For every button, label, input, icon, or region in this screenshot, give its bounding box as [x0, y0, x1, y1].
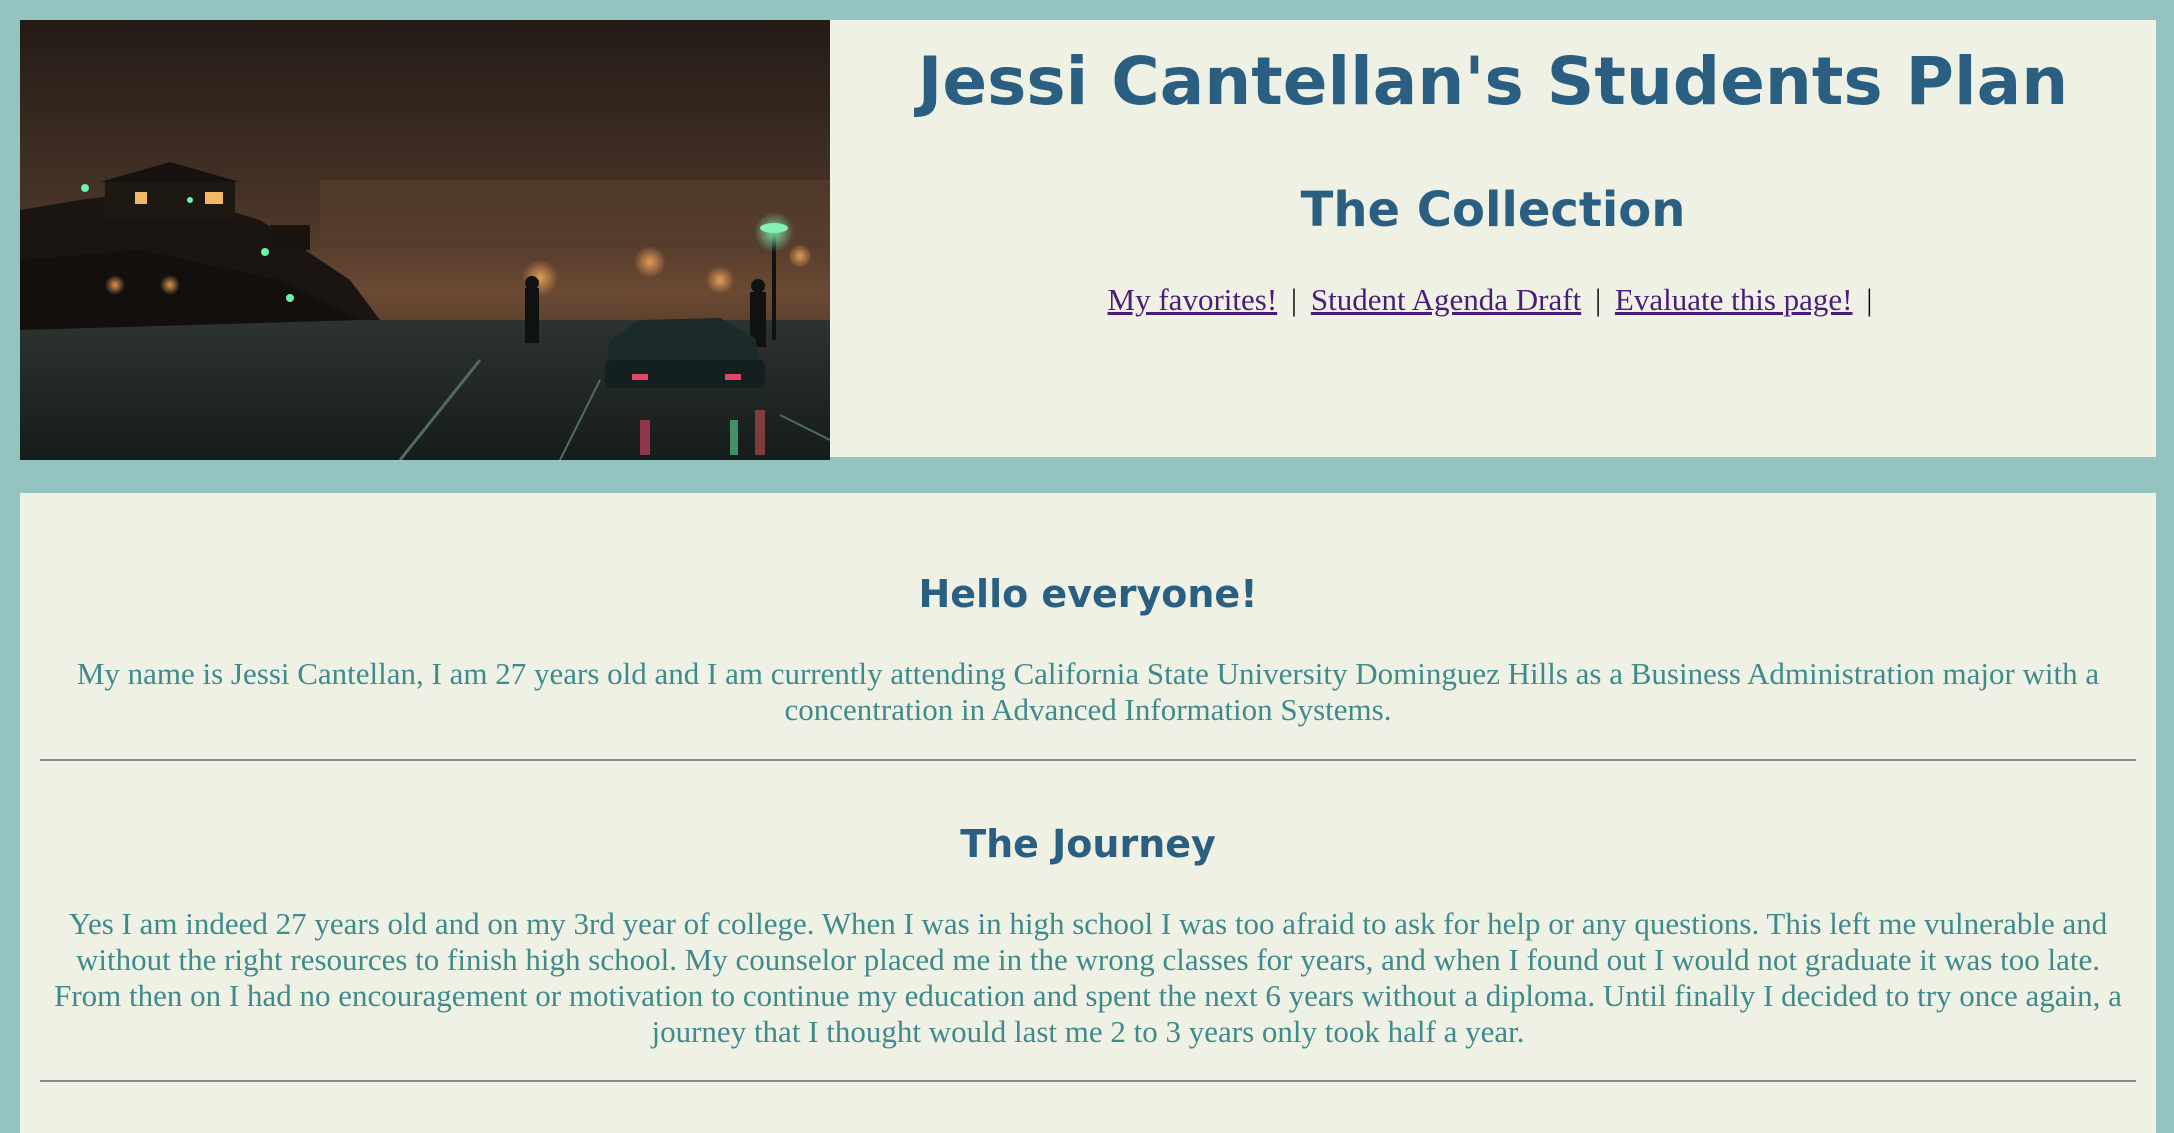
nav-separator: |: [1594, 282, 1602, 317]
main-content: Hello everyone! My name is Jessi Cantell…: [20, 493, 2156, 1133]
nav-separator: |: [1290, 282, 1298, 317]
journey-heading: The Journey: [960, 822, 1216, 866]
journey-paragraph: Yes I am indeed 27 years old and on my 3…: [54, 906, 2122, 1049]
hero-image: [20, 20, 830, 460]
nav-separator: |: [1866, 282, 1873, 317]
section-divider: [40, 1080, 2136, 1082]
nav-link-evaluate[interactable]: Evaluate this page!: [1615, 282, 1853, 317]
nav-link-student-agenda[interactable]: Student Agenda Draft: [1311, 282, 1581, 317]
hello-heading: Hello everyone!: [918, 572, 1258, 616]
collection-subtitle: The Collection: [1300, 182, 1686, 238]
intro-paragraph: My name is Jessi Cantellan, I am 27 year…: [76, 656, 2100, 727]
site-title: Jessi Cantellan's Students Plan: [917, 43, 2069, 120]
nav-link-favorites[interactable]: My favorites!: [1108, 282, 1278, 317]
section-divider: [40, 759, 2136, 761]
nav-bar: My favorites! | Student Agenda Draft | E…: [830, 280, 2156, 320]
header-text: Jessi Cantellan's Students Plan The Coll…: [830, 20, 2156, 457]
